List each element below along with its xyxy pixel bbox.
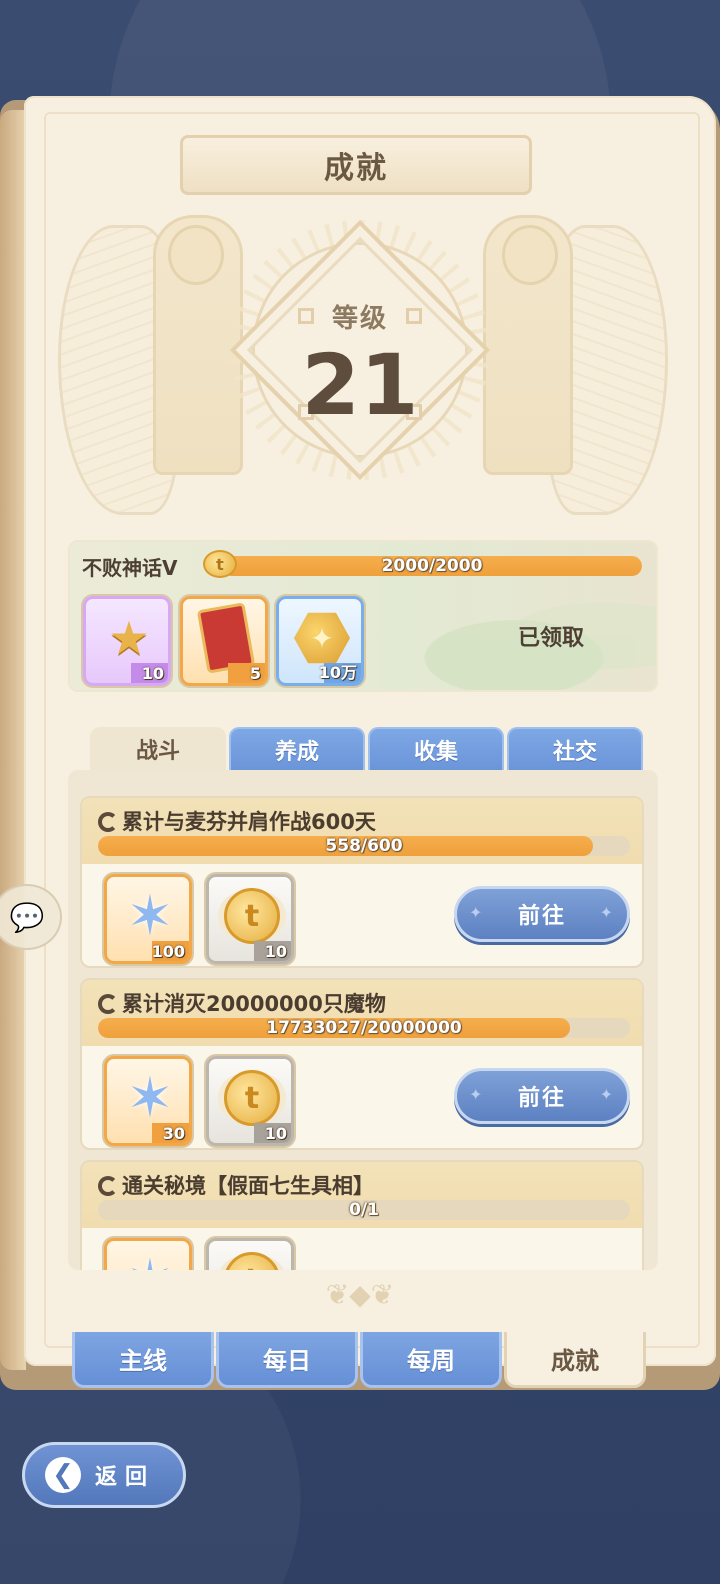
right-angel-decoration — [478, 215, 668, 515]
book-spine — [0, 110, 26, 1370]
back-button[interactable]: ❮ 返回 — [22, 1442, 186, 1508]
reward-item[interactable]: ✶ 30 — [104, 1056, 192, 1146]
winged-gold-coin-icon — [221, 1067, 283, 1129]
achievement-list[interactable]: 累计与麦芬并肩作战600天 558/600 ✶ 100 10 前往 累计消灭20… — [68, 770, 658, 1270]
reward-qty: 10 — [264, 1124, 287, 1143]
reward-item[interactable]: 10万 — [276, 596, 364, 686]
progress-text: 0/1 — [349, 1200, 379, 1220]
tab-growth[interactable]: 养成 — [229, 727, 365, 771]
achievement-progress-bar: 558/600 — [98, 836, 630, 856]
level-progress-bar: 2000/2000 — [222, 556, 642, 576]
reward-item[interactable]: 10 — [206, 874, 294, 964]
level-label: 等级 — [331, 304, 388, 334]
reward-item[interactable]: ✶ 100 — [104, 874, 192, 964]
left-angel-decoration — [58, 215, 248, 515]
page-ornament: ❦◆❦ — [325, 1278, 395, 1311]
tab-social[interactable]: 社交 — [507, 727, 643, 771]
progress-text: 17733027/20000000 — [266, 1018, 462, 1038]
tab-daily[interactable]: 每日 — [216, 1332, 358, 1388]
achievement-card: 通关秘境【假面七生具相】 0/1 ✶ — [80, 1160, 644, 1270]
claimed-status: 已领取 — [518, 626, 585, 651]
achievement-progress-bar: 17733027/20000000 — [98, 1018, 630, 1038]
moon-icon — [98, 1176, 118, 1196]
back-arrow-icon: ❮ — [45, 1457, 81, 1493]
reward-qty: 10 — [264, 942, 287, 961]
progress-text: 558/600 — [325, 836, 403, 856]
moon-icon — [98, 994, 118, 1014]
winged-coin-icon: t — [203, 550, 237, 578]
winged-gold-coin-icon — [221, 885, 283, 947]
progress-text: 2000/2000 — [381, 556, 483, 576]
reward-item[interactable]: 10 — [206, 1056, 294, 1146]
goto-button[interactable]: 前往 — [454, 1068, 630, 1124]
blue-crystal-star-icon: ✶ — [126, 883, 174, 949]
reward-item[interactable]: ✶ — [104, 1238, 192, 1270]
back-label: 返回 — [95, 1465, 156, 1490]
gold-star-token-icon: ★ — [108, 611, 150, 665]
reward-item[interactable]: ★ 10 — [83, 596, 171, 686]
tab-battle[interactable]: 战斗 — [90, 727, 226, 771]
title-banner: 成就 — [180, 135, 532, 195]
blue-crystal-star-icon: ✶ — [126, 1065, 174, 1131]
level-value: 21 — [301, 336, 419, 434]
achievement-card: 累计消灭20000000只魔物 17733027/20000000 ✶ 30 1… — [80, 978, 644, 1150]
achievement-card: 累计与麦芬并肩作战600天 558/600 ✶ 100 10 前往 — [80, 796, 644, 968]
tab-main-story[interactable]: 主线 — [72, 1332, 214, 1388]
reward-qty: 10 — [141, 664, 164, 683]
achievement-title: 通关秘境【假面七生具相】 — [122, 1174, 374, 1198]
reward-qty: 5 — [249, 664, 261, 683]
level-reward-name: 不败神话V — [82, 556, 178, 580]
reward-item[interactable]: 5 — [180, 596, 268, 686]
achievement-title: 累计消灭20000000只魔物 — [122, 992, 386, 1016]
goto-button[interactable]: 前往 — [454, 886, 630, 942]
reward-qty: 10万 — [318, 663, 357, 682]
blue-crystal-star-icon: ✶ — [119, 1248, 181, 1271]
reward-qty: 30 — [162, 1124, 185, 1143]
achievement-progress-bar: 0/1 — [98, 1200, 630, 1220]
achievement-title: 累计与麦芬并肩作战600天 — [122, 810, 376, 834]
tab-weekly[interactable]: 每周 — [360, 1332, 502, 1388]
reward-qty: 100 — [151, 942, 185, 961]
reward-item[interactable] — [206, 1238, 294, 1270]
page-title: 成就 — [324, 151, 388, 186]
winged-gold-coin-icon — [221, 1249, 283, 1270]
red-eye-card-icon — [195, 607, 257, 669]
moon-icon — [98, 812, 118, 832]
tab-achievements[interactable]: 成就 — [504, 1332, 646, 1388]
tab-collection[interactable]: 收集 — [368, 727, 504, 771]
